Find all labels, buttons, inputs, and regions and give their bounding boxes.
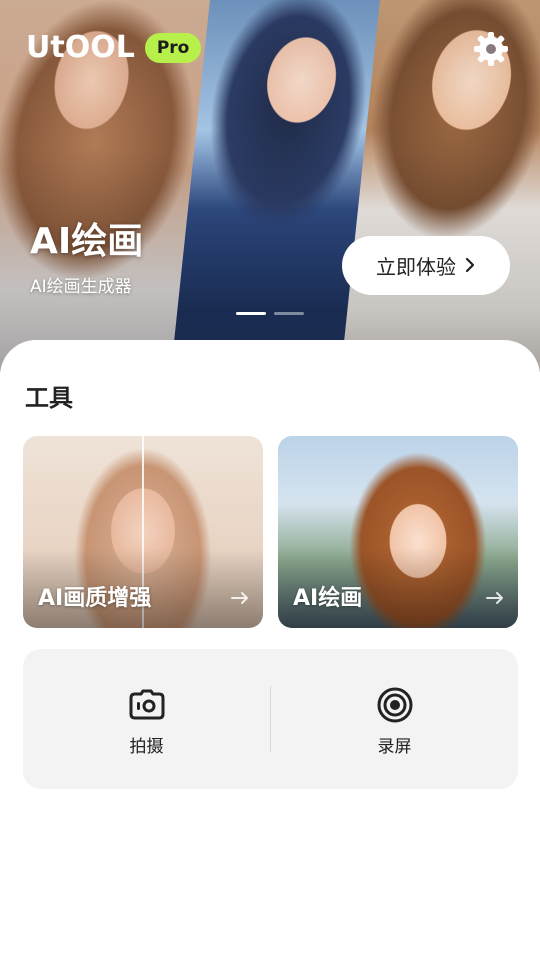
carousel-dot-active [236, 312, 266, 315]
card-label: AI绘画 [293, 586, 363, 611]
screen-record-icon [377, 687, 412, 723]
hero-banner[interactable]: UtOOL Pro AI绘画 AI绘画生成器 立即体验 [0, 0, 540, 372]
capture-tool[interactable]: 拍摄 [23, 649, 270, 789]
carousel-dot [274, 312, 304, 315]
tool-label: 录屏 [377, 737, 412, 757]
carousel-indicator [236, 312, 304, 315]
pro-badge: Pro [144, 33, 202, 63]
gear-icon [474, 32, 508, 66]
hero-title: AI绘画 [30, 221, 144, 262]
logo-text: UtOOL [26, 30, 135, 65]
hero-subtitle: AI绘画生成器 [30, 277, 132, 297]
try-now-button[interactable]: 立即体验 [342, 236, 510, 295]
tools-section-title: 工具 [25, 384, 73, 412]
settings-button[interactable] [471, 29, 511, 69]
quick-tools-panel: 拍摄 录屏 [23, 649, 518, 789]
app-logo: UtOOL Pro [26, 30, 202, 65]
ai-painting-card[interactable]: AI绘画 [278, 436, 518, 628]
card-label: AI画质增强 [38, 586, 152, 611]
arrow-right-icon [231, 586, 249, 610]
tool-label: 拍摄 [129, 737, 164, 757]
try-now-label: 立即体验 [376, 255, 456, 279]
arrow-right-icon [486, 586, 504, 610]
camera-icon [129, 689, 164, 720]
ai-enhance-card[interactable]: AI画质增强 [23, 436, 263, 628]
chevron-right-icon [464, 254, 476, 278]
screen-record-tool[interactable]: 录屏 [271, 649, 518, 789]
